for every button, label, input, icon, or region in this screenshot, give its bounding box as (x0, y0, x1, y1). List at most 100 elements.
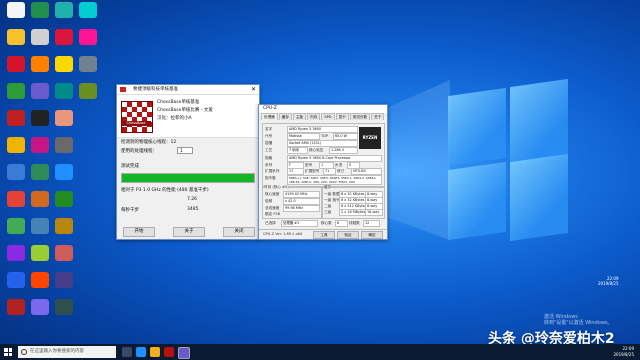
window-title: 希捷顶级科技单核基准 (133, 87, 178, 92)
threads-label: 线程数 (349, 221, 360, 225)
app-icon (79, 2, 97, 18)
mult-label: 倍频 (265, 199, 273, 203)
app-icon (31, 299, 49, 315)
tab-2[interactable]: 主板 (292, 113, 307, 120)
app-icon (55, 83, 73, 99)
app-icon (79, 83, 97, 99)
core-speed-field: 4199.02 MHz (283, 191, 320, 198)
tech-label: 工艺 (265, 148, 273, 152)
revision-label: 修订 (337, 169, 345, 173)
desktop-icon[interactable] (74, 56, 102, 82)
app-icon (55, 137, 73, 153)
l3-way: 16-way (365, 209, 383, 216)
threads-detected: 检测到的物理核心线程：12 (121, 140, 177, 145)
stepping-label: 步进 (335, 163, 343, 167)
task-view-icon[interactable] (122, 347, 132, 357)
desktop-icon[interactable] (50, 299, 78, 325)
edge-icon[interactable] (136, 347, 146, 357)
tab-4[interactable]: SPD (321, 113, 335, 120)
l1i-label: 一级 指令 (324, 198, 340, 202)
voltage-field: 1.288 V (329, 147, 358, 154)
app-icon (31, 137, 49, 153)
selected-label: 已选择 (265, 221, 276, 225)
cache-group-title: 缓存 (324, 185, 332, 190)
app-icon (31, 245, 49, 261)
desktop-icon[interactable] (50, 272, 78, 298)
desktop-icon[interactable] (50, 191, 78, 217)
app-icon (31, 29, 49, 45)
threads-spinner[interactable]: 1 (177, 147, 193, 154)
cores-field: 6 (335, 220, 348, 227)
benchmark-task-icon[interactable] (164, 347, 174, 357)
clock-date: 2019/8/25 (613, 352, 634, 357)
app-icon (55, 164, 73, 180)
cpuz-task-icon[interactable] (178, 347, 190, 359)
socket-field: Socket AM4 (1331) (287, 140, 358, 147)
benchmark-titlebar[interactable]: 希捷顶级科技单核基准 ✕ (117, 85, 259, 95)
cpuz-titlebar[interactable]: CPU-Z (259, 105, 387, 113)
cpuz-footer: CPU-Z Ver. 1.89.1.x64 工具 验证 确定 (259, 229, 387, 239)
app-icon (55, 245, 73, 261)
revision-field: MTS-B0 (351, 168, 382, 175)
activate-windows-notice: 激活 Windows 转到"设置"以激活 Windows。 (544, 314, 613, 326)
extfamily-label: 扩展系列 (265, 169, 280, 173)
corner-clock: 22:09 2019/8/25 (598, 276, 619, 286)
family-label: 系列 (265, 163, 273, 167)
tab-0[interactable]: 处理器 (261, 113, 278, 120)
search-input[interactable]: 在这里输入你要搜索的内容 (18, 346, 116, 358)
desktop-icon[interactable] (50, 218, 78, 244)
l2-label: 二级 (324, 204, 332, 208)
tools-button[interactable]: 工具 (313, 231, 335, 239)
code-field: Matisse (287, 133, 320, 140)
tech-field: 7 纳米 (287, 147, 308, 154)
desktop-icon[interactable] (74, 2, 102, 28)
app-icon (55, 29, 73, 45)
app-icon (7, 29, 25, 45)
app-icon (31, 56, 49, 72)
desktop-icon[interactable] (50, 110, 78, 136)
kn-label: 每秒千步 (121, 208, 139, 213)
code-label: 代号 (265, 134, 273, 138)
name-field: AMD Ryzen 5 3600 (287, 126, 358, 133)
desktop-icon[interactable] (74, 29, 102, 55)
app-icon (55, 218, 73, 234)
benchmark-window[interactable]: 希捷顶级科技单核基准 ✕ ChessBase ChessBase单核基准 Che… (116, 84, 260, 240)
bus-label: 总线速度 (265, 206, 280, 210)
cpuz-tabs: 处理器 缓存 主板 内存 SPD 显卡 测试分数 关于 (259, 113, 387, 120)
tab-5[interactable]: 显卡 (335, 113, 349, 120)
close-icon[interactable]: ✕ (251, 85, 256, 94)
ryzen-logo: RYZEN (359, 127, 381, 149)
app-icon (7, 299, 25, 315)
taskbar-clock[interactable]: 22:09 2019/8/25 (613, 346, 634, 358)
explorer-icon[interactable] (150, 347, 160, 357)
close-button[interactable]: 关闭 (223, 227, 255, 237)
header-line: 汉化：拉菲的小A (157, 116, 192, 121)
benchmark-header: ChessBase ChessBase单核基准 ChessBase单核比赛 - … (117, 95, 259, 138)
start-button[interactable]: 开始 (123, 227, 155, 237)
inst-label: 指令集 (265, 176, 276, 180)
desktop-icon[interactable] (50, 137, 78, 163)
logo-pane (448, 161, 506, 241)
ok-button[interactable]: 确定 (361, 231, 383, 239)
desktop-icon[interactable] (50, 245, 78, 271)
selected-field[interactable]: 处理器 #1 (281, 220, 318, 227)
app-icon (7, 2, 25, 18)
logo-pane (510, 78, 568, 167)
start-button[interactable] (4, 348, 12, 356)
tab-6[interactable]: 测试分数 (349, 113, 371, 120)
app-icon (7, 137, 25, 153)
model-label: 型号 (305, 163, 313, 167)
tab-1[interactable]: 缓存 (278, 113, 292, 120)
tab-7[interactable]: 关于 (371, 113, 385, 120)
validate-button[interactable]: 验证 (337, 231, 359, 239)
cpuz-window[interactable]: CPU-Z 处理器 缓存 主板 内存 SPD 显卡 测试分数 关于 RYZEN 名字 AMD … (258, 104, 388, 240)
desktop-icon[interactable] (74, 83, 102, 109)
header-line: ChessBase单核比赛 - 文爱 (157, 108, 213, 113)
extmodel-field: 71 (323, 168, 336, 175)
test-status: 测试完成 (121, 164, 139, 169)
progress-bar (121, 173, 255, 183)
desktop-icon[interactable] (50, 164, 78, 190)
tab-3[interactable]: 内存 (307, 113, 321, 120)
app-icon (55, 191, 73, 207)
about-button[interactable]: 关于 (173, 227, 205, 237)
